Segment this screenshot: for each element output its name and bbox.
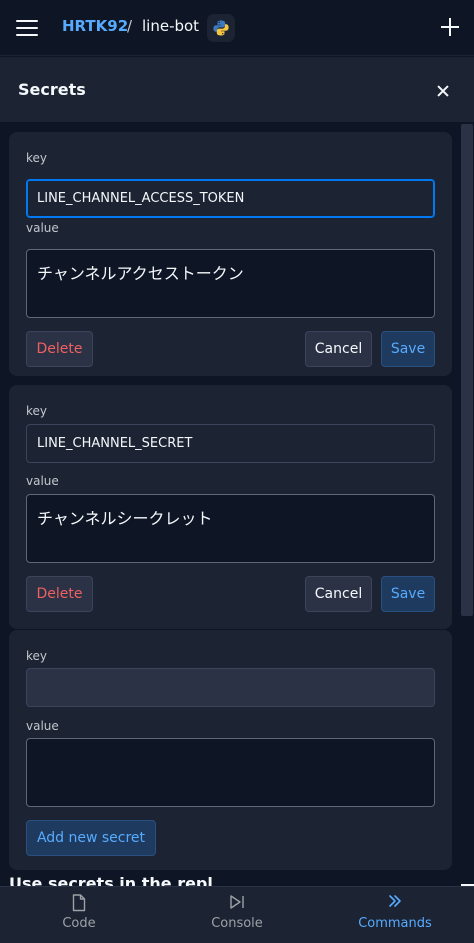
value-label: value	[26, 474, 59, 488]
double-chevron-right-icon	[316, 894, 474, 912]
tab-code[interactable]: Code	[0, 887, 158, 943]
menu-icon[interactable]	[16, 19, 38, 37]
scrollbar-thumb[interactable]	[461, 124, 473, 616]
tab-console[interactable]: Console	[158, 887, 316, 943]
key-label: key	[26, 151, 48, 165]
key-label: key	[26, 649, 48, 663]
secrets-pane-header: Secrets	[0, 57, 474, 123]
usage-heading: Use secrets in the repl	[9, 874, 213, 886]
file-icon	[0, 894, 158, 912]
delete-button[interactable]: Delete	[26, 576, 93, 612]
breadcrumb-user[interactable]: HRTK92	[62, 17, 128, 35]
delete-button[interactable]: Delete	[26, 331, 93, 367]
add-tab-button[interactable]	[440, 16, 460, 38]
play-step-icon	[158, 894, 316, 912]
secret-card: key LINE_CHANNEL_ACCESS_TOKEN value チャンネ…	[9, 132, 452, 376]
app: HRTK92 / line-bot Secrets key LINE_CHANN…	[0, 0, 474, 943]
new-key-input[interactable]	[26, 668, 435, 707]
value-textarea[interactable]: チャンネルアクセストークン	[26, 249, 435, 318]
cancel-button[interactable]: Cancel	[305, 576, 372, 612]
tab-label: Commands	[358, 916, 432, 931]
value-label: value	[26, 719, 59, 733]
secrets-list[interactable]: key LINE_CHANNEL_ACCESS_TOKEN value チャンネ…	[0, 124, 474, 886]
pane-title: Secrets	[18, 80, 86, 99]
bottom-nav: Code Console Commands	[0, 886, 474, 943]
top-bar: HRTK92 / line-bot	[0, 0, 474, 56]
tab-label: Console	[211, 916, 263, 931]
tab-label: Code	[62, 916, 96, 931]
new-secret-card: key value Add new secret	[9, 630, 452, 870]
save-button[interactable]: Save	[381, 576, 435, 612]
python-icon	[207, 14, 235, 42]
cancel-button[interactable]: Cancel	[305, 331, 372, 367]
add-new-secret-button[interactable]: Add new secret	[26, 820, 156, 856]
value-label: value	[26, 221, 59, 235]
tab-commands[interactable]: Commands	[316, 887, 474, 943]
key-label: key	[26, 404, 48, 418]
secret-card: key LINE_CHANNEL_SECRET value チャンネルシークレッ…	[9, 385, 452, 629]
value-textarea[interactable]: チャンネルシークレット	[26, 494, 435, 563]
save-button[interactable]: Save	[381, 331, 435, 367]
breadcrumb-separator: /	[127, 17, 133, 35]
key-input[interactable]: LINE_CHANNEL_ACCESS_TOKEN	[26, 179, 435, 218]
close-icon[interactable]	[434, 82, 452, 100]
new-value-textarea[interactable]	[26, 738, 435, 807]
breadcrumb-repl-name[interactable]: line-bot	[142, 17, 199, 35]
key-input[interactable]: LINE_CHANNEL_SECRET	[26, 424, 435, 463]
